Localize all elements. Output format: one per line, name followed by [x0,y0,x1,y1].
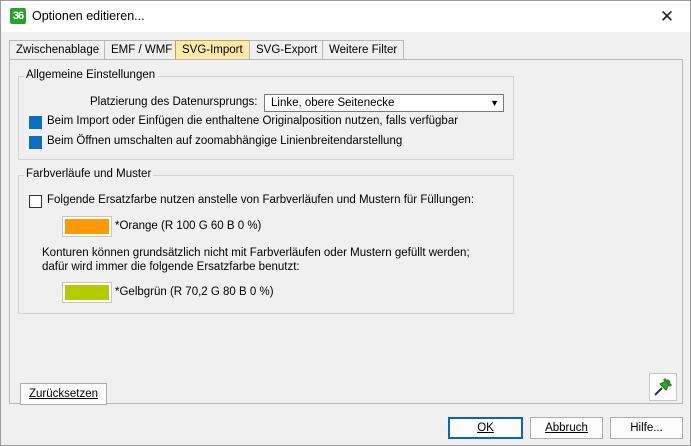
ok-button-label: OK [477,422,494,434]
help-button-label: Hilfe... [630,422,663,434]
title-bar: 36 Optionen editieren... ✕ [1,1,690,32]
ok-button[interactable]: OK [448,417,523,439]
zoom-linewidth-checkbox[interactable] [29,136,42,149]
tab-svg-import[interactable]: SVG-Import [175,40,250,60]
contour-color-name: *Gelbgrün (R 70,2 G 80 B 0 %) [115,286,274,298]
pin-icon-graphic [654,378,672,396]
contour-note-line2: dafür wird immer die folgende Ersatzfarb… [42,261,300,273]
use-original-position-label: Beim Import oder Einfügen die enthaltene… [47,115,459,127]
chevron-down-icon: ▼ [490,98,499,108]
fill-color-swatch [65,219,109,234]
pin-icon[interactable] [649,373,677,401]
tab-emf-wmf[interactable]: EMF / WMF [104,40,180,60]
tab-zwischenablage[interactable]: Zwischenablage [9,40,107,60]
zoom-linewidth-label: Beim Öffnen umschalten auf zoomabhängige… [47,135,403,147]
contour-color-swatch-button[interactable] [62,282,112,303]
use-original-position-checkbox[interactable] [29,116,42,129]
cancel-button-label: Abbruch [545,422,588,434]
contour-note-line1: Konturen können grundsätzlich nicht mit … [42,247,470,259]
general-settings-title: Allgemeine Einstellungen [24,69,158,81]
tab-panel-svg-import: Allgemeine Einstellungen Platzierung des… [9,59,683,405]
replace-gradients-label: Folgende Ersatzfarbe nutzen anstelle von… [47,194,475,206]
replace-gradients-checkbox[interactable] [29,195,42,208]
contour-color-swatch [65,285,109,300]
general-settings-group: Allgemeine Einstellungen Platzierung des… [18,69,514,160]
close-icon[interactable]: ✕ [644,1,690,32]
dialog-window: 36 Optionen editieren... ✕ Zwischenablag… [0,0,691,446]
app-icon: 36 [10,8,26,24]
reset-button-label: Zurücksetzen [28,388,99,400]
window-title: Optionen editieren... [32,9,145,23]
fill-color-name: *Orange (R 100 G 60 B 0 %) [115,220,262,232]
origin-label: Platzierung des Datenursprungs: [90,96,258,108]
gradients-group: Farbverläufe und Muster Folgende Ersatzf… [18,168,514,314]
origin-select-value: Linke, obere Seitenecke [271,97,395,109]
tab-weitere-filter[interactable]: Weitere Filter [322,40,405,60]
cancel-button[interactable]: Abbruch [530,417,603,439]
reset-button[interactable]: Zurücksetzen [20,383,107,405]
fill-color-swatch-button[interactable] [62,216,112,237]
origin-select[interactable]: Linke, obere Seitenecke ▼ [264,94,504,112]
tab-svg-export[interactable]: SVG-Export [249,40,325,60]
help-button[interactable]: Hilfe... [610,417,683,439]
gradients-title: Farbverläufe und Muster [24,168,154,180]
